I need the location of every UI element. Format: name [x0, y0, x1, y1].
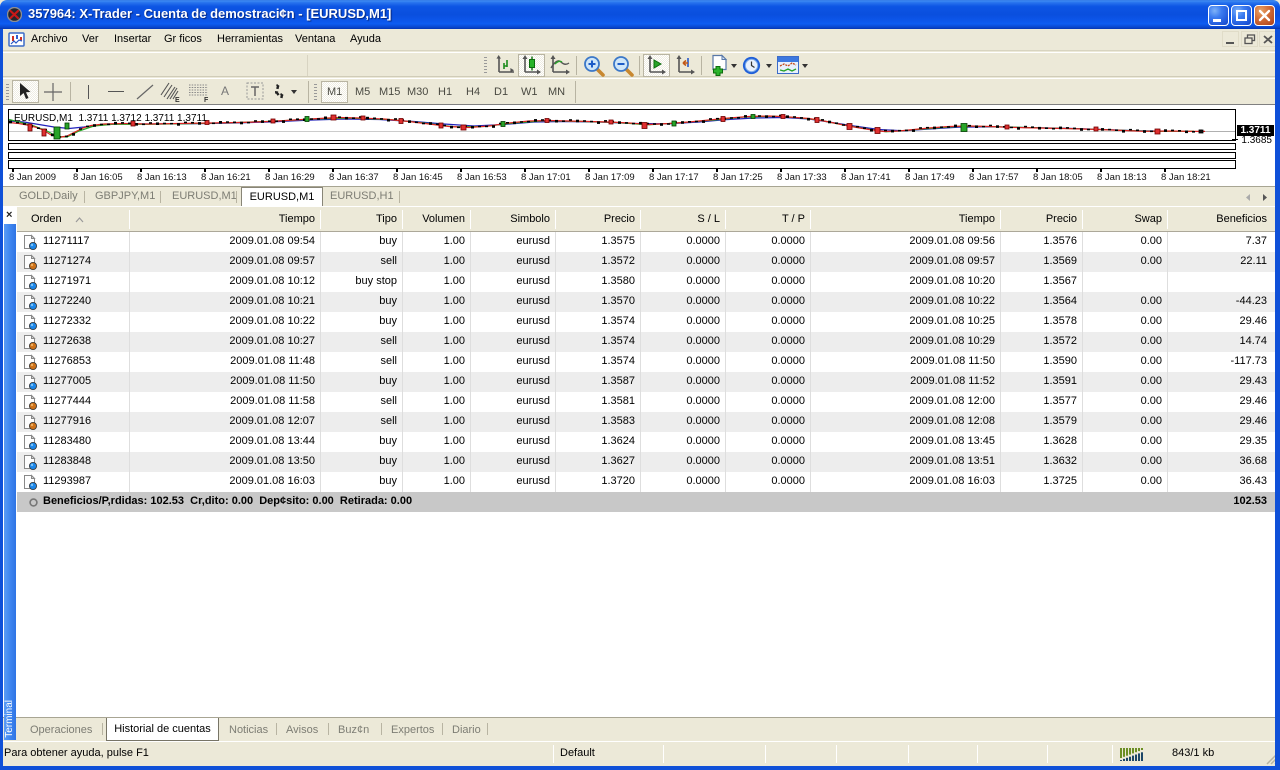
- svg-text:F: F: [204, 97, 209, 103]
- svg-text:E: E: [175, 97, 180, 103]
